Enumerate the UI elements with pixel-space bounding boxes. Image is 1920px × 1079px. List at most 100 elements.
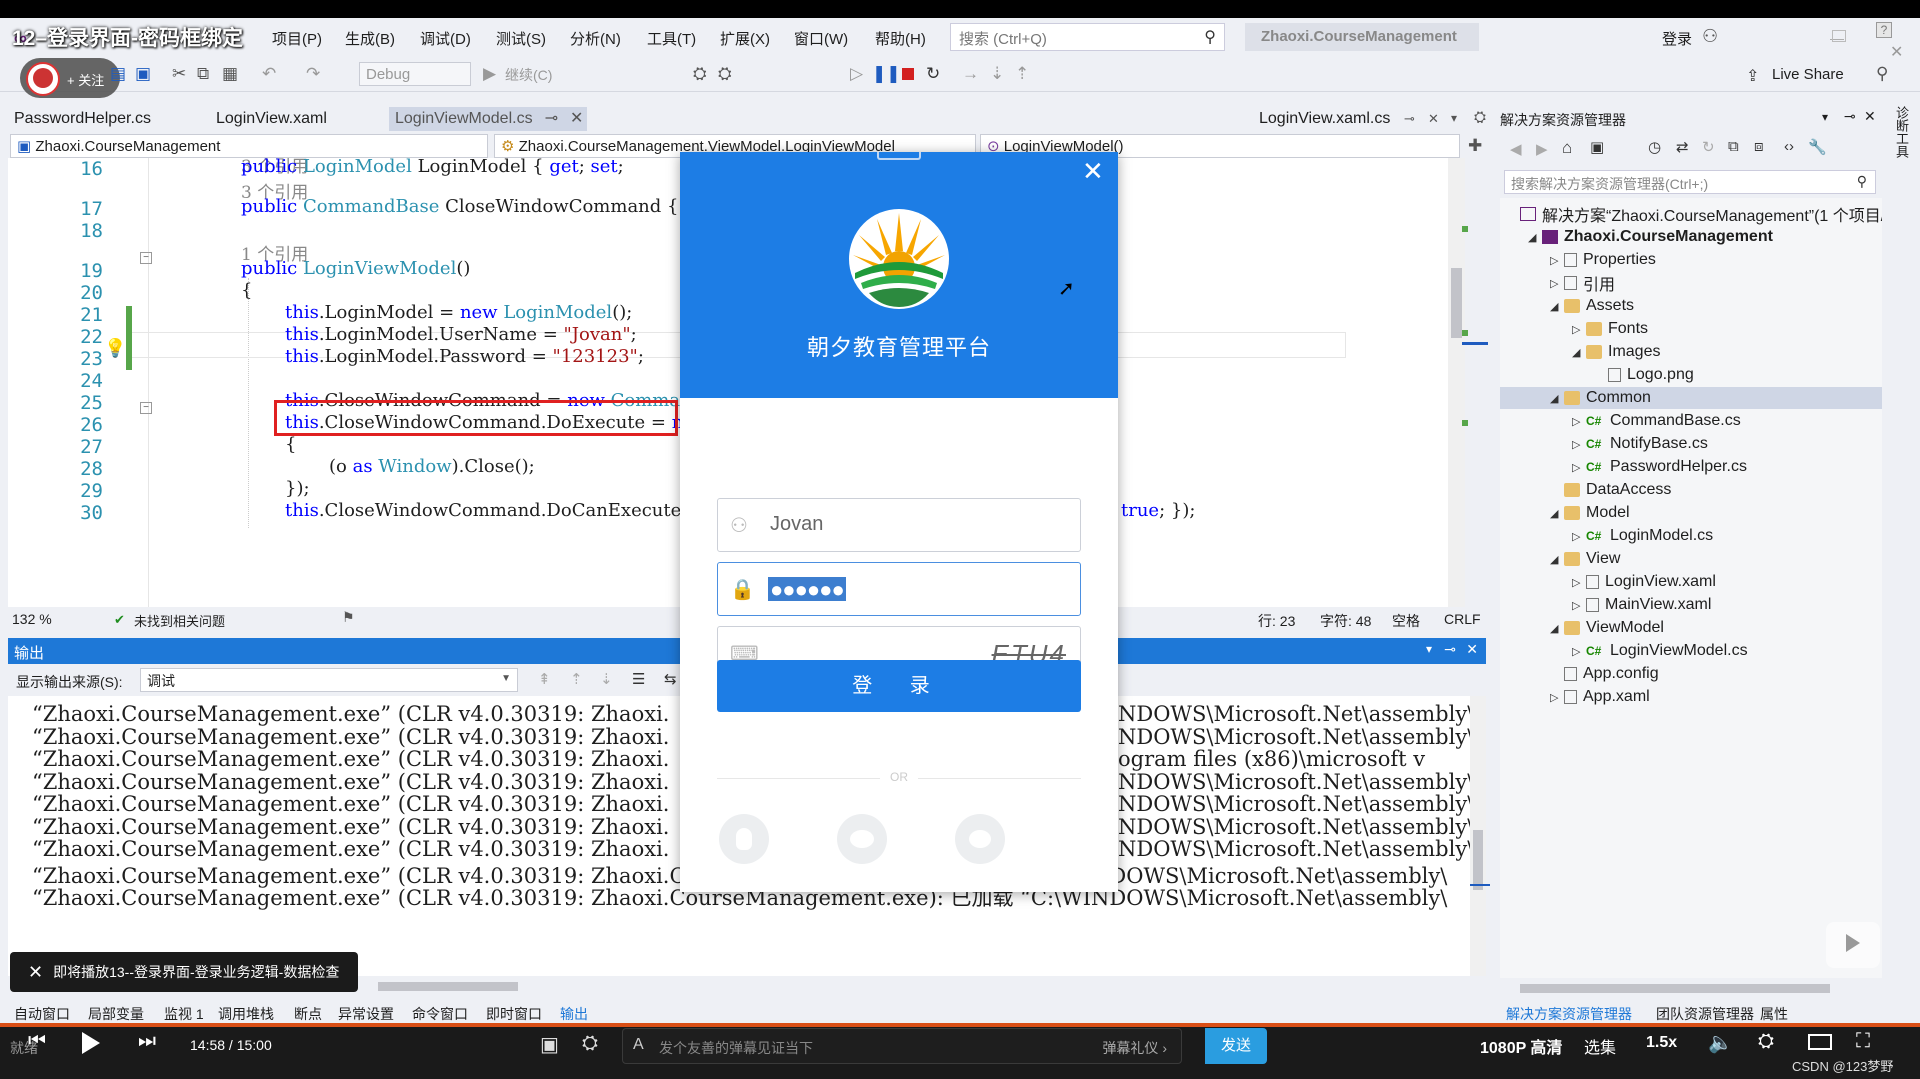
tree-item[interactable]: ◢ ViewModel [1550,617,1664,639]
panel-pin-icon[interactable]: ⊸ [1444,641,1456,658]
bottom-tab[interactable]: 局部变量 [88,1004,144,1024]
run-icon[interactable]: ▷ [850,64,863,84]
collapse-icon[interactable]: − [140,402,152,414]
menu-help[interactable]: 帮助(H) [875,28,926,49]
feedback-icon[interactable]: ? [1876,22,1892,38]
back-icon[interactable]: ◀ [1510,140,1522,158]
tab-passwordhelper[interactable]: PasswordHelper.cs [14,110,151,128]
lightbulb-icon[interactable]: 💡 [104,338,126,359]
restore-icon[interactable] [1832,30,1846,42]
next-icon[interactable]: ⏭ [138,1030,156,1053]
speed-selector[interactable]: 1.5x [1646,1034,1677,1052]
play-icon[interactable] [82,1032,100,1054]
collapsed-arrow-icon[interactable]: ▷ [1572,323,1586,336]
forward-icon[interactable]: ▶ [1536,140,1548,158]
split-editor-icon[interactable]: ✚ [1468,136,1482,156]
danmaku-etiquette-link[interactable]: 弹幕礼仪 › [1102,1038,1167,1058]
video-progress[interactable] [0,1023,1920,1027]
step-over-icon[interactable]: ⇣ [990,64,1004,84]
panel-menu-icon[interactable]: ▾ [1822,110,1828,124]
expanded-arrow-icon[interactable]: ◢ [1572,346,1586,359]
uploader-avatar[interactable] [26,62,60,96]
panel-close-icon[interactable]: ✕ [1466,641,1478,658]
tree-item[interactable]: 解决方案“Zhaoxi.CourseManagement”(1 个项目/ [1506,203,1885,225]
episode-selector[interactable]: 选集 [1584,1034,1616,1058]
expanded-arrow-icon[interactable]: ◢ [1550,392,1564,405]
bottom-tab[interactable]: 命令窗口 [412,1004,468,1024]
issues-status[interactable]: 未找到相关问题 [134,611,225,630]
home-icon[interactable]: ⌂ [1562,138,1572,158]
live-share-button[interactable]: Live Share [1772,66,1844,83]
search-input[interactable]: 搜索 (Ctrl+Q) ⚲ [950,23,1225,51]
collapse-icon[interactable]: − [140,252,152,264]
prev-message-icon[interactable]: ⇡ [570,670,583,688]
bottom-right-tab[interactable]: 解决方案资源管理器 [1506,1004,1632,1024]
danmaku-input[interactable]: A 发个友善的弹幕见证当下 弹幕礼仪 › [622,1028,1182,1064]
output-scrollbar-thumb[interactable] [1473,830,1483,890]
expanded-arrow-icon[interactable]: ◢ [1550,553,1564,566]
tree-item[interactable]: ▷ Properties [1550,249,1656,271]
switch-views-icon[interactable]: ▣ [1590,138,1604,156]
panel-menu-icon[interactable]: ▾ [1426,642,1432,656]
pin-icon[interactable]: ⚲ [1876,64,1888,84]
tree-item[interactable]: ▷ App.xaml [1550,686,1650,708]
panel-close-icon[interactable]: ✕ [1864,108,1876,125]
expanded-arrow-icon[interactable]: ◢ [1550,300,1564,313]
panel-pin-icon[interactable]: ⊸ [1844,108,1856,125]
menu-analyze[interactable]: 分析(N) [570,28,621,49]
menu-tools[interactable]: 工具(T) [647,28,696,49]
expanded-arrow-icon[interactable]: ◢ [1550,507,1564,520]
find-message-icon[interactable]: ⇞ [538,670,551,688]
tab-loginviewmodel[interactable]: LoginViewModel.cs ⊸ ✕ [389,107,587,131]
pause-icon[interactable]: ❚❚ [872,64,901,84]
collapsed-arrow-icon[interactable]: ▷ [1550,277,1564,290]
events-icon[interactable]: ⛭ [718,64,732,84]
up-next-banner[interactable]: ✕ 即将播放13--登录界面-登录业务逻辑-数据检查 [10,952,358,992]
step-out-icon[interactable]: ⇡ [1015,64,1029,84]
refresh-icon[interactable]: ↻ [1702,138,1715,156]
continue-button[interactable]: 继续(C) [505,65,552,85]
tree-item[interactable]: ▷ C# LoginViewModel.cs [1572,640,1748,662]
collapsed-arrow-icon[interactable]: ▷ [1572,438,1586,451]
tab-pin-icon[interactable]: ⊸ [545,110,558,127]
danmaku-toggle-icon[interactable]: ▣ [540,1032,559,1057]
qq-login-icon[interactable] [719,814,769,864]
collapsed-arrow-icon[interactable]: ▷ [1572,415,1586,428]
player-settings-icon[interactable]: ⛭ [1758,1030,1774,1053]
collapsed-arrow-icon[interactable]: ▷ [1572,530,1586,543]
account-login-link[interactable]: 登录 [1662,28,1692,49]
danmaku-style-icon[interactable]: A [633,1036,644,1054]
bottom-tab[interactable]: 断点 [294,1004,322,1024]
tree-item[interactable]: ▷ C# PasswordHelper.cs [1572,456,1747,478]
tree-item[interactable]: ▷ MainView.xaml [1572,594,1711,616]
save-all-icon[interactable]: ▤ [110,64,126,84]
tree-item[interactable]: ▷ C# LoginModel.cs [1572,525,1713,547]
bottom-tab[interactable]: 输出 [560,1004,588,1024]
editor-scrollbar-thumb[interactable] [1451,268,1462,338]
tab-pin-icon[interactable]: ⊸ [1404,111,1415,127]
menu-test[interactable]: 测试(S) [496,28,546,49]
solution-config-dropdown[interactable]: Debug [359,62,471,86]
tree-item[interactable]: ◢ Model [1550,502,1630,524]
menu-window[interactable]: 窗口(W) [794,28,848,49]
process-icon[interactable]: ⛭ [693,64,707,84]
tab-overflow-icon[interactable]: ▾ [1451,111,1457,125]
menu-project[interactable]: 项目(P) [272,28,322,49]
widescreen-icon[interactable] [1808,1034,1832,1050]
bottom-right-tab[interactable]: 属性 [1760,1004,1788,1024]
password-field[interactable]: 🔒 ●●●●●● [717,562,1081,616]
wechat-login-icon[interactable] [837,814,887,864]
tree-item[interactable]: App.config [1550,663,1659,685]
menu-extensions[interactable]: 扩展(X) [720,28,770,49]
restart-icon[interactable]: ↻ [926,64,940,84]
line-ending[interactable]: CRLF [1444,611,1481,627]
continue-icon[interactable]: ▶ [483,64,496,84]
username-field[interactable]: ⚇ Jovan [717,498,1081,552]
cut-icon[interactable]: ✂ [172,64,186,84]
collapsed-arrow-icon[interactable]: ▷ [1572,599,1586,612]
diagnostic-tools-rail[interactable]: 诊断工具 [1882,92,1920,992]
collapsed-arrow-icon[interactable]: ▷ [1550,691,1564,704]
login-close-icon[interactable]: ✕ [1082,156,1104,187]
collapsed-arrow-icon[interactable]: ▷ [1572,576,1586,589]
paste-icon[interactable]: ▦ [222,64,238,84]
